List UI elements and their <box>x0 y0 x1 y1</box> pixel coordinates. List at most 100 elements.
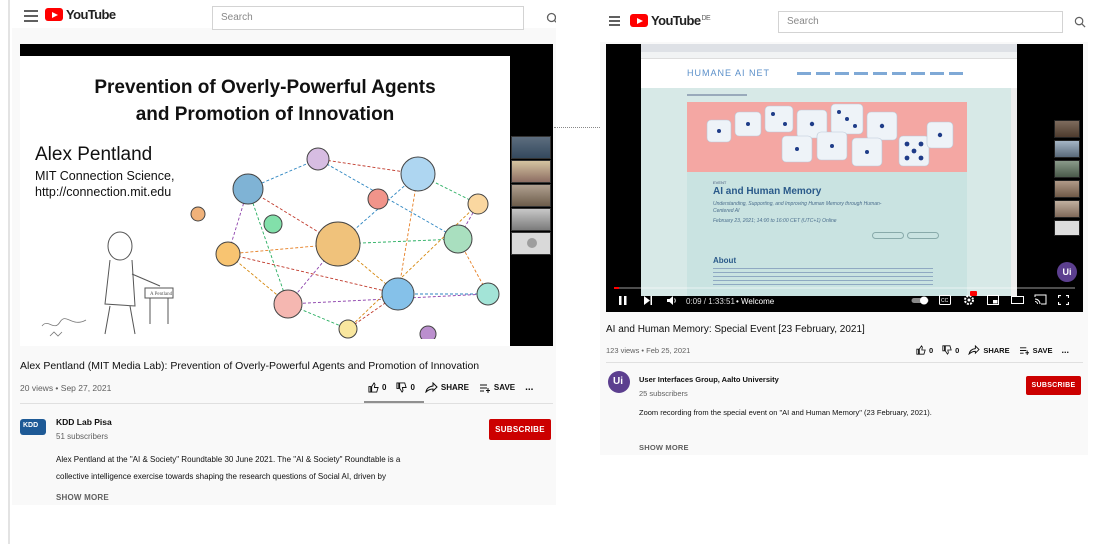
channel-watermark[interactable]: Ui <box>1057 262 1077 282</box>
show-more-button[interactable]: SHOW MORE <box>56 493 109 502</box>
fullscreen-icon[interactable] <box>1058 295 1069 305</box>
right-topbar: YouTubeDE Search <box>600 4 1088 42</box>
share-pill <box>872 232 904 239</box>
volume-icon[interactable] <box>666 295 678 306</box>
right-youtube-page: YouTubeDE Search HUMANE AI NET EVENT AI … <box>600 4 1088 455</box>
next-icon[interactable] <box>643 295 653 306</box>
about-heading: About <box>713 256 737 265</box>
subscribe-button[interactable]: SUBSCRIBE <box>1026 376 1081 395</box>
like-count: 0 <box>929 345 934 355</box>
dice-image <box>706 103 954 167</box>
video-title: AI and Human Memory: Special Event [23 F… <box>606 324 865 335</box>
channel-avatar-text: KDD <box>23 422 39 429</box>
site-nav <box>797 72 967 75</box>
site-logo: HUMANE AI NET <box>687 68 771 78</box>
youtube-logo[interactable]: YouTubeDE <box>630 13 711 28</box>
dislike-count: 0 <box>410 383 415 392</box>
svg-text:A Pentland: A Pentland <box>150 292 173 297</box>
channel-avatar[interactable]: Ui <box>608 371 630 393</box>
save-label: SAVE <box>1032 345 1053 355</box>
tweet-pill <box>907 232 939 239</box>
thumbs-down-icon <box>942 345 952 355</box>
youtube-logo[interactable]: YouTube <box>45 7 116 22</box>
event-subtitle: Understanding, Supporting, and Improving… <box>713 201 882 214</box>
thumbs-up-icon <box>916 345 926 355</box>
save-button[interactable]: SAVE <box>479 383 515 393</box>
channel-avatar[interactable]: KDD <box>20 419 46 435</box>
search-button[interactable] <box>1062 10 1088 34</box>
channel-avatar-text: Ui <box>613 376 623 387</box>
video-player[interactable]: HUMANE AI NET EVENT AI and Human Memory … <box>606 44 1083 312</box>
participant-video-5 <box>1054 200 1080 218</box>
search-input[interactable]: Search <box>778 11 1063 33</box>
play-icon[interactable] <box>618 295 628 306</box>
theater-icon[interactable] <box>1011 295 1024 305</box>
slide-title-line2: and Promotion of Innovation <box>135 104 395 125</box>
video-actions: 0 0 SHARE SAVE ... <box>368 382 533 393</box>
subscriber-count: 51 subscribers <box>56 432 109 441</box>
event-label: EVENT <box>713 180 727 185</box>
share-button[interactable]: SHARE <box>968 345 1010 355</box>
left-topbar: YouTube Search <box>12 0 556 30</box>
video-title: Alex Pentland (MIT Media Lab): Preventio… <box>20 360 480 372</box>
browser-tabbar <box>641 44 1017 52</box>
about-text <box>713 268 933 288</box>
event-date: February 23, 2021; 14:00 to 16:00 CET (U… <box>713 218 837 224</box>
search-button[interactable] <box>534 6 556 30</box>
logo-text: YouTubeDE <box>651 13 711 28</box>
site-header: HUMANE AI NET <box>641 60 1017 88</box>
youtube-play-icon <box>45 8 63 21</box>
menu-icon[interactable] <box>24 10 38 22</box>
menu-icon[interactable] <box>609 16 620 26</box>
dislike-button[interactable]: 0 <box>396 382 415 393</box>
save-icon <box>479 384 490 393</box>
youtube-play-icon <box>630 14 648 27</box>
channel-name[interactable]: KDD Lab Pisa <box>56 417 112 427</box>
breadcrumb <box>687 94 747 96</box>
page-body: EVENT AI and Human Memory Understanding,… <box>641 88 1017 296</box>
captions-icon[interactable]: CC <box>939 295 951 305</box>
cast-icon[interactable] <box>1034 294 1047 305</box>
hd-badge <box>970 291 977 296</box>
slide-affiliation-1: MIT Connection Science, <box>35 169 175 183</box>
svg-text:CC: CC <box>941 298 949 304</box>
chapter-title[interactable]: • Welcome <box>736 297 774 306</box>
subscriber-count: 25 subscribers <box>639 389 688 398</box>
like-button[interactable]: 0 <box>368 382 386 393</box>
progress-bar[interactable] <box>614 287 1075 289</box>
share-button[interactable]: SHARE <box>425 382 469 393</box>
thumbs-up-icon <box>368 382 379 393</box>
share-label: SHARE <box>983 345 1010 355</box>
video-meta: 20 views • Sep 27, 2021 <box>20 383 112 393</box>
dislike-count: 0 <box>955 345 960 355</box>
left-youtube-page: YouTube Search Prevention of Overly-Powe… <box>12 0 556 505</box>
show-more-button[interactable]: SHOW MORE <box>639 443 689 452</box>
dislike-button[interactable]: 0 <box>942 345 959 355</box>
share-label: SHARE <box>440 383 469 392</box>
subscribe-button[interactable]: SUBSCRIBE <box>489 419 551 440</box>
share-icon <box>968 345 980 355</box>
search-icon <box>1074 16 1086 28</box>
left-edge-bar <box>8 0 10 544</box>
more-icon[interactable]: ... <box>525 382 533 393</box>
slide-title-line1: Prevention of Overly-Powerful Agents <box>94 77 436 98</box>
save-button[interactable]: SAVE <box>1019 345 1053 355</box>
more-icon[interactable]: ... <box>1061 345 1069 355</box>
thumbs-down-icon <box>396 382 408 393</box>
video-player[interactable]: Prevention of Overly-Powerful Agents and… <box>20 44 553 346</box>
like-count: 0 <box>382 383 387 392</box>
browser-urlbar <box>641 52 1017 59</box>
description-line-1: Alex Pentland at the "AI & Society" Roun… <box>56 455 401 464</box>
description-text: Zoom recording from the special event on… <box>639 408 932 417</box>
save-label: SAVE <box>493 383 516 392</box>
participant-video-4 <box>511 208 551 231</box>
participant-video-1 <box>511 136 551 159</box>
like-button[interactable]: 0 <box>916 345 933 355</box>
section-divider <box>606 362 1083 363</box>
search-input[interactable]: Search <box>212 6 524 30</box>
shared-browser-screen: HUMANE AI NET EVENT AI and Human Memory … <box>641 44 1017 296</box>
autoplay-icon[interactable] <box>911 296 929 305</box>
channel-name[interactable]: User Interfaces Group, Aalto University <box>639 375 779 384</box>
miniplayer-icon[interactable] <box>987 295 999 305</box>
hero-image-dice <box>687 102 967 172</box>
